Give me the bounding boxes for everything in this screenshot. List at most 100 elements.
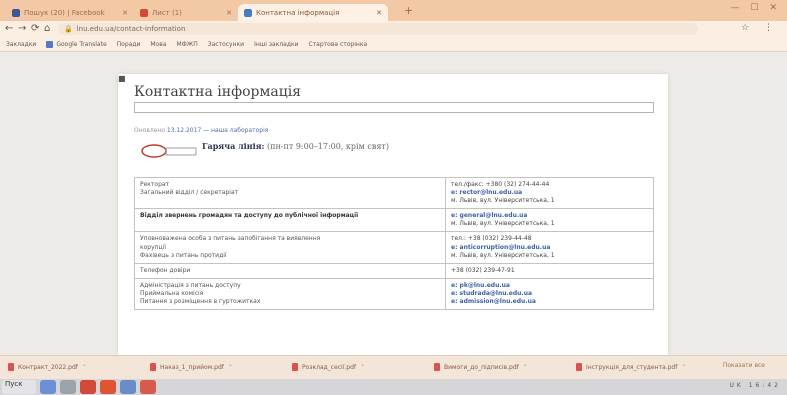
chrome-icon[interactable] — [100, 380, 116, 394]
taskbar-app-icon[interactable] — [40, 380, 56, 394]
chevron-up-icon[interactable]: ⌃ — [82, 364, 87, 371]
close-tab-icon[interactable]: ✕ — [222, 9, 232, 17]
download-item[interactable]: Вимоги_до_підписів.pdf ⌃ — [434, 361, 528, 373]
contact-line: Загальний відділ / секретаріат — [140, 189, 239, 197]
contact-details: e: general@lnu.edu.ua м. Львів, вул. Унів… — [445, 208, 654, 233]
contact-line: Фахівець з питань протидії — [140, 251, 227, 259]
chevron-up-icon[interactable]: ⌃ — [523, 364, 528, 371]
bookmark-item[interactable]: Поради — [117, 41, 141, 48]
contact-details: тел.: +38 (032) 239-44-48 e: anticorrupti… — [445, 231, 654, 264]
contacts-table: Ректорат Загальний відділ / секретаріат те… — [134, 176, 654, 311]
close-tab-icon[interactable]: ✕ — [372, 9, 382, 17]
contact-value: м. Львів, вул. Університетська, 1 — [451, 197, 555, 205]
contact-description: Адміністрація з питань доступу Приймальна… — [134, 277, 446, 311]
contact-line: Відділ звернень громадян та доступу до п… — [140, 212, 359, 220]
contact-line: Ректорат — [140, 181, 170, 188]
contact-value: тел.: +38 (032) 239-44-48 — [451, 235, 532, 243]
new-tab-button[interactable]: + — [404, 4, 413, 17]
tab-facebook[interactable]: Пошук (20) | Facebook ✕ — [6, 4, 134, 21]
contact-details: +38 (032) 239-47-91 — [445, 262, 654, 279]
tab-mail[interactable]: Лист (1) ✕ — [134, 4, 238, 21]
mail-favicon-icon — [140, 8, 148, 17]
taskbar: Пуск UK 16:42 — [0, 379, 787, 395]
taskbar-app-icon[interactable] — [140, 380, 156, 394]
email-link[interactable]: e: anticorruption@lnu.edu.ua — [451, 244, 648, 252]
download-item[interactable]: Контракт_2022.pdf ⌃ — [8, 361, 87, 373]
table-row: Уповноважена особа з питань запобігання … — [134, 231, 654, 264]
contact-details: e: pk@lnu.edu.ua e: studrada@lnu.edu.ua e:… — [445, 277, 654, 311]
browser-toolbar: ← → ⟳ ⌂ 🔒 lnu.edu.ua/contact-information… — [0, 21, 787, 38]
close-tab-icon[interactable]: ✕ — [118, 9, 128, 17]
bookmarks-bar: Закладки Google Translate Поради Мова МФ… — [0, 38, 787, 52]
updated-note: Оновлено 13.12.2017 — наша лабораторія — [134, 127, 269, 134]
mail-icon[interactable] — [120, 380, 136, 394]
hotline-heading: Гаряча лінія: (пн-пт 9:00–17:00, крім св… — [202, 141, 389, 151]
window-controls[interactable]: — ☐ ✕ — [731, 3, 781, 13]
system-tray[interactable]: UK 16:42 — [729, 382, 781, 389]
contact-line: Питання з розміщення в гуртожитках — [140, 298, 261, 306]
contact-line: Приймальна комісія — [140, 289, 204, 297]
page-marker-icon: ■ — [118, 74, 126, 83]
downloads-bar: Контракт_2022.pdf ⌃ Наказ_1_прийом.pdf ⌃ Р… — [0, 355, 787, 380]
address-bar[interactable]: 🔒 lnu.edu.ua/contact-information — [58, 23, 698, 35]
bookmark-item[interactable]: Застосунки — [208, 41, 244, 48]
contact-line: Телефон довіри — [140, 266, 191, 274]
address-text: lnu.edu.ua/contact-information — [76, 25, 186, 33]
tab-bar: Пошук (20) | Facebook ✕ Лист (1) ✕ Конта… — [0, 0, 787, 21]
email-link[interactable]: e: admission@lnu.edu.ua — [451, 298, 648, 306]
toolbar-actions[interactable]: ☆ ⋮ — [741, 23, 779, 33]
bookmark-item[interactable]: Закладки — [6, 41, 36, 48]
bookmark-item[interactable]: Мова — [150, 41, 166, 48]
bookmark-item[interactable]: Інші закладки — [254, 41, 298, 48]
table-row: Відділ звернень громадян та доступу до п… — [134, 208, 654, 233]
bookmark-item[interactable]: Стартова сторінка — [309, 41, 368, 48]
contact-line: корупції — [140, 243, 166, 251]
tab-label: Лист (1) — [152, 8, 182, 17]
back-icon[interactable]: ← — [5, 23, 13, 34]
pdf-icon — [292, 363, 298, 371]
start-button[interactable]: Пуск — [2, 380, 36, 394]
contact-line: Адміністрація з питань доступу — [140, 281, 241, 289]
lock-icon: 🔒 — [64, 25, 73, 33]
contact-value: м. Львів, вул. Університетська, 1 — [451, 220, 555, 228]
pdf-icon — [150, 363, 156, 371]
download-item[interactable]: Розклад_сесії.pdf ⌃ — [292, 361, 365, 373]
tab-label: Контактна інформація — [256, 8, 340, 17]
chevron-up-icon[interactable]: ⌃ — [228, 364, 233, 371]
facebook-favicon-icon — [12, 8, 20, 17]
show-all-button[interactable]: Показати все — [723, 362, 765, 369]
forward-icon[interactable]: → — [18, 23, 26, 34]
chevron-up-icon[interactable]: ⌃ — [360, 364, 365, 371]
pdf-icon — [576, 363, 582, 371]
search-input[interactable] — [134, 102, 654, 113]
bookmark-item[interactable]: Google Translate — [46, 41, 107, 48]
contact-value: +38 (032) 239-47-91 — [451, 266, 515, 274]
email-link[interactable]: e: studrada@lnu.edu.ua — [451, 290, 648, 298]
home-icon[interactable]: ⌂ — [44, 23, 50, 34]
email-link[interactable]: e: rector@lnu.edu.ua — [451, 189, 648, 197]
tab-contacts-active[interactable]: Контактна інформація ✕ — [238, 4, 388, 21]
pdf-icon — [434, 363, 440, 371]
updated-link[interactable]: 13.12.2017 — наша лабораторія — [167, 127, 268, 134]
taskbar-app-icon[interactable] — [60, 380, 76, 394]
download-item[interactable]: Інструкція_для_студента.pdf ⌃ — [576, 361, 686, 373]
reload-icon[interactable]: ⟳ — [31, 23, 39, 34]
site-favicon-icon — [244, 8, 252, 17]
contact-description: Уповноважена особа з питань запобігання … — [134, 231, 446, 264]
download-item[interactable]: Наказ_1_прийом.pdf ⌃ — [150, 361, 233, 373]
contact-value: тел./факс: +380 (32) 274-44-44 — [451, 181, 550, 188]
bookmark-icon — [46, 41, 54, 48]
pdf-icon — [8, 363, 14, 371]
table-row: Адміністрація з питань доступу Приймальна… — [134, 277, 654, 311]
hotline-logo-icon — [141, 144, 197, 158]
opera-icon[interactable] — [80, 380, 96, 394]
chevron-up-icon[interactable]: ⌃ — [681, 364, 686, 371]
table-row: Телефон довіри +38 (032) 239-47-91 — [134, 262, 654, 279]
contact-description: Відділ звернень громадян та доступу до п… — [134, 208, 446, 233]
contact-line: Уповноважена особа з питань запобігання … — [140, 235, 321, 243]
tab-label: Пошук (20) | Facebook — [24, 8, 105, 17]
email-link[interactable]: e: general@lnu.edu.ua — [451, 212, 648, 220]
bookmark-item[interactable]: МФЖП — [176, 41, 197, 48]
contact-description: Ректорат Загальний відділ / секретаріат — [134, 176, 446, 210]
email-link[interactable]: e: pk@lnu.edu.ua — [451, 282, 648, 290]
